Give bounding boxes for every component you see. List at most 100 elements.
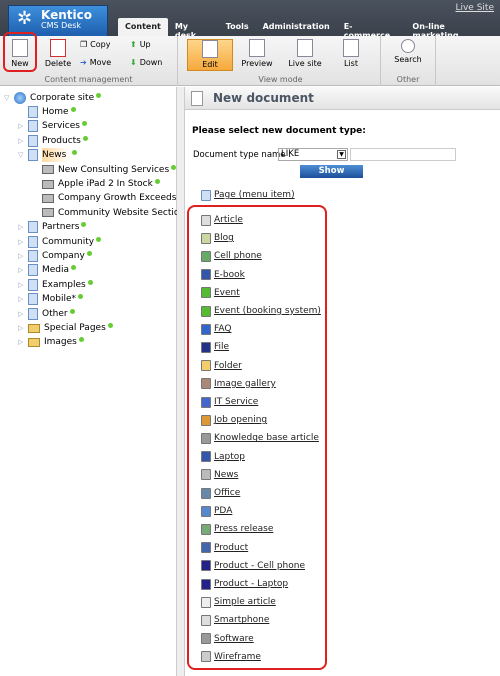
tree-item-news-child[interactable]: New Consulting Services [42,163,177,177]
group-label: View mode [258,75,303,84]
expand-icon[interactable]: ▷ [18,134,28,148]
news-icon [42,193,54,203]
search-button[interactable]: Search [390,39,426,64]
doc-types-highlight [187,205,327,670]
news-icon [42,179,54,189]
published-dot-icon [70,107,76,112]
published-dot-icon [96,93,102,98]
edit-icon [202,40,218,58]
doc-type-page[interactable]: Page (menu item) [201,188,295,202]
tab-e-commerce[interactable]: E-commerce [337,18,406,40]
prompt-text: Please select new document type: [192,126,366,136]
page-icon [28,149,38,162]
collapse-icon[interactable]: ▽ [4,91,14,105]
up-arrow-icon: ⬆ [130,40,137,49]
tree-label: Examples [42,279,86,290]
tree-label: Mobile [42,294,72,305]
list-icon [343,39,359,57]
page-icon [28,106,38,118]
filter-operator-select[interactable]: LIKE ▼ [278,148,348,161]
tree-item-home[interactable]: Home [18,105,76,119]
expand-icon[interactable]: ▷ [18,235,28,249]
tree-item-community[interactable]: ▷ Community [18,235,102,249]
tree-item-root[interactable]: ▽ Corporate site [4,91,102,105]
edit-button[interactable]: Edit [187,39,233,71]
published-dot-icon [71,265,77,271]
header-bar: ✲ KenticoCMS Desk Live Site ContentMy des… [0,0,500,40]
page-icon [28,264,38,277]
tree-label: Media [42,265,70,276]
published-dot-icon [78,337,84,343]
published-dot-icon [87,279,93,285]
down-label: Down [139,58,163,67]
tree-item-news-child[interactable]: Apple iPad 2 In Stock [42,177,160,191]
panel-splitter[interactable] [177,87,185,676]
tree-item-partners[interactable]: ▷ Partners [18,220,87,234]
tree-label: Partners [42,222,80,233]
tree-item-media[interactable]: ▷ Media [18,263,77,277]
tree-item-news-child[interactable]: Community Website Section [42,206,185,220]
published-dot-icon [72,150,78,156]
globe-icon [297,39,313,57]
tab-my-desk[interactable]: My desk [168,18,219,40]
tree-label: Special Pages [44,323,106,333]
tab-administration[interactable]: Administration [256,18,337,36]
expand-icon[interactable]: ▷ [18,335,28,349]
page-icon [28,235,38,248]
tab-content[interactable]: Content [118,18,168,36]
list-button[interactable]: List [333,39,369,68]
tree-item-news[interactable]: ▽ News [18,148,78,163]
down-button[interactable]: ⬇ Down [130,58,162,67]
move-label: Move [89,58,112,67]
tree-label: Company [42,251,85,261]
tree-label: Services [42,121,80,132]
expand-icon[interactable]: ▷ [18,307,28,321]
tree-item-special-pages[interactable]: ▷ Special Pages [18,321,113,335]
published-dot-icon [81,121,87,127]
up-button[interactable]: ⬆ Up [130,40,151,49]
copy-icon: ❐ [80,40,88,49]
expand-icon[interactable]: ▷ [18,263,28,277]
live-site-link[interactable]: Live Site [455,3,494,13]
page-icon [28,134,38,147]
move-button[interactable]: ➔ Move [80,58,111,67]
expand-icon[interactable]: ▷ [18,292,28,306]
logo-product: CMS Desk [41,21,81,30]
live-site-button[interactable]: Live site [285,39,325,68]
tree-item-company[interactable]: ▷ Company [18,249,92,263]
published-dot-icon [81,222,87,228]
expand-icon[interactable]: ▷ [18,278,28,292]
new-button-highlight [3,32,37,72]
page-icon [28,221,38,234]
published-dot-icon [107,323,113,328]
copy-button[interactable]: ❐ Copy [80,40,110,49]
preview-label: Preview [241,59,273,68]
tree-item-other[interactable]: ▷ Other [18,307,75,321]
tab-tools[interactable]: Tools [219,18,256,36]
tree-item-products[interactable]: ▷ Products [18,134,88,148]
filter-text-input[interactable] [350,148,456,161]
page-icon [28,293,38,306]
preview-icon [249,39,265,57]
logo-icon: ✲ [17,8,33,29]
tab-on-line-marketing[interactable]: On-line marketing [405,18,500,40]
delete-button[interactable]: Delete [40,39,76,68]
tree-item-services[interactable]: ▷ Services [18,119,87,133]
mobile-mark: * [71,294,77,305]
expand-icon[interactable]: ▷ [18,321,28,335]
tree-item-mobile[interactable]: ▷ Mobile * [18,292,84,306]
expand-icon[interactable]: ▽ [18,148,28,162]
expand-icon[interactable]: ▷ [18,249,28,263]
news-icon [42,165,54,175]
expand-icon[interactable]: ▷ [18,220,28,234]
tree-item-examples[interactable]: ▷ Examples [18,278,93,292]
expand-icon[interactable]: ▷ [18,119,28,133]
tree-item-images[interactable]: ▷ Images [18,335,84,349]
page-icon [28,307,38,320]
tree-item-news-child[interactable]: Company Growth Exceeds E [42,191,185,205]
preview-button[interactable]: Preview [237,39,277,68]
move-icon: ➔ [80,58,87,67]
show-button[interactable]: Show [300,165,363,178]
tree-label: Community Website Section [58,207,186,218]
tree-label: Apple iPad 2 In Stock [58,179,153,189]
